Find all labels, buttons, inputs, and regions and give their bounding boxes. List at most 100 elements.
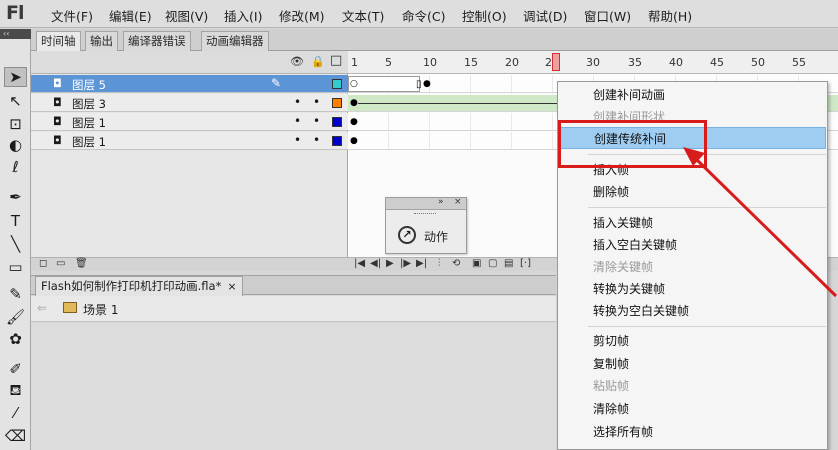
layer-row[interactable]: ◘ 图层 3 • •	[31, 94, 348, 112]
menu-item-clear-frames[interactable]: 清除帧	[559, 398, 826, 420]
lock-dot[interactable]: •	[313, 114, 320, 128]
subselection-tool-icon[interactable]: ↖	[4, 91, 27, 111]
tab-timeline[interactable]: 时间轴	[36, 31, 81, 52]
actions-panel-titlebar[interactable]: » ×	[386, 197, 466, 210]
menu-bar: Fl 文件(F) 编辑(E) 视图(V) 插入(I) 修改(M) 文本(T) 命…	[0, 0, 838, 28]
scene-label[interactable]: 场景 1	[83, 301, 118, 318]
visibility-dot[interactable]: •	[294, 95, 301, 109]
onion-skin-icon[interactable]: ▣	[472, 258, 481, 269]
actions-icon[interactable]: ↗	[398, 226, 416, 244]
pencil-tool-icon[interactable]: ✎	[4, 284, 27, 304]
lock-dot[interactable]: •	[313, 133, 320, 147]
menu-window[interactable]: 窗口(W)	[584, 6, 631, 25]
menu-item-convert-to-blank-keyframes[interactable]: 转换为空白关键帧	[559, 300, 826, 322]
tab-output[interactable]: 输出	[85, 31, 118, 51]
eraser-tool-icon[interactable]: ⌫	[4, 426, 27, 446]
menu-item-insert-blank-keyframe[interactable]: 插入空白关键帧	[559, 234, 826, 256]
keyframe[interactable]: ●	[350, 136, 358, 146]
text-tool-icon[interactable]: T	[4, 211, 27, 231]
stage-area[interactable]	[31, 323, 556, 450]
deco-tool-icon[interactable]: ✿	[4, 329, 27, 349]
edit-multiple-frames-icon[interactable]: ▤	[504, 258, 513, 269]
menu-view[interactable]: 视图(V)	[165, 6, 208, 25]
visibility-dot[interactable]: •	[294, 114, 301, 128]
line-tool-icon[interactable]: ╲	[4, 234, 27, 254]
menu-control[interactable]: 控制(O)	[462, 6, 507, 25]
menu-file[interactable]: 文件(F)	[51, 6, 93, 25]
tab-compiler-errors[interactable]: 编译器错误	[123, 31, 191, 51]
rectangle-tool-icon[interactable]: ▭	[4, 257, 27, 277]
layer-outline-color[interactable]	[332, 79, 342, 89]
playhead[interactable]	[552, 53, 560, 71]
pen-tool-icon[interactable]: ✒	[4, 187, 27, 207]
menu-item-select-all-frames[interactable]: 选择所有帧	[559, 421, 826, 443]
layer-name[interactable]: 图层 1	[72, 134, 106, 150]
visibility-dot[interactable]: •	[294, 133, 301, 147]
menu-insert[interactable]: 插入(I)	[224, 6, 262, 25]
onion-outlines-icon[interactable]: ▢	[488, 258, 497, 269]
frame-number: 15	[464, 56, 478, 69]
new-layer-icon[interactable]: ◻	[39, 258, 47, 269]
keyframe[interactable]: ●	[423, 79, 431, 89]
lasso-tool-icon[interactable]: ℓ	[4, 157, 27, 177]
step-forward-icon[interactable]: |▶	[400, 258, 411, 269]
new-folder-icon[interactable]: ▭	[56, 258, 65, 269]
frame-span[interactable]	[348, 76, 420, 92]
menu-item-create-motion-tween[interactable]: 创建补间动画	[559, 84, 826, 106]
go-to-last-frame-icon[interactable]: ▶|	[416, 258, 427, 269]
delete-layer-icon[interactable]: 🗑	[75, 258, 88, 269]
document-tab[interactable]: Flash如何制作打印机打印动画.fla* ×	[35, 276, 243, 296]
free-transform-tool-icon[interactable]: ⊡	[4, 114, 27, 134]
empty-keyframe[interactable]: ○	[350, 79, 358, 89]
menu-help[interactable]: 帮助(H)	[648, 6, 692, 25]
layer-name[interactable]: 图层 5	[72, 77, 106, 93]
paint-bucket-tool-icon[interactable]: ⛾	[4, 381, 27, 401]
tab-motion-editor[interactable]: 动画编辑器	[201, 31, 269, 51]
menu-modify[interactable]: 修改(M)	[279, 6, 325, 25]
go-to-first-frame-icon[interactable]: |◀	[354, 258, 365, 269]
layer-icon: ◘	[53, 115, 62, 128]
outline-icon[interactable]: □	[330, 53, 342, 68]
modify-markers-icon[interactable]: [·]	[520, 258, 531, 269]
eyedropper-tool-icon[interactable]: ⁄	[4, 403, 27, 423]
layer-row[interactable]: ◘ 图层 1 • •	[31, 113, 348, 131]
menu-item-convert-to-keyframes[interactable]: 转换为关键帧	[559, 278, 826, 300]
lock-icon[interactable]: 🔒	[311, 55, 325, 68]
menu-item-remove-frames[interactable]: 删除帧	[559, 181, 826, 203]
actions-panel[interactable]: » × ↗ 动作	[385, 197, 467, 254]
actions-label[interactable]: 动作	[424, 228, 448, 245]
play-icon[interactable]: ▶	[386, 258, 394, 269]
layer-name[interactable]: 图层 1	[72, 115, 106, 131]
3d-rotation-tool-icon[interactable]: ◐	[4, 135, 27, 155]
keyframe[interactable]: ●	[350, 98, 358, 108]
frame-ruler[interactable]: 1 5 10 15 20 25 30 35 40 45 50 55	[348, 51, 838, 74]
step-back-icon[interactable]: ◀|	[370, 258, 381, 269]
close-icon[interactable]: ×	[227, 280, 236, 293]
layer-outline-color[interactable]	[332, 98, 342, 108]
selection-tool-icon[interactable]: ➤	[4, 67, 27, 87]
panel-collapse-icon[interactable]: »	[438, 197, 444, 207]
lock-dot[interactable]: •	[313, 95, 320, 109]
menu-text[interactable]: 文本(T)	[342, 6, 384, 25]
menu-commands[interactable]: 命令(C)	[402, 6, 445, 25]
eye-icon[interactable]: 👁	[290, 55, 304, 68]
menu-edit[interactable]: 编辑(E)	[109, 6, 152, 25]
toolbar-collapse-button[interactable]: ‹‹	[0, 29, 31, 39]
close-icon[interactable]: ×	[454, 197, 462, 207]
loop-icon[interactable]: ⟲	[452, 258, 460, 269]
bone-tool-icon[interactable]: ✐	[4, 359, 27, 379]
layer-name[interactable]: 图层 3	[72, 96, 106, 112]
menu-item-insert-keyframe[interactable]: 插入关键帧	[559, 212, 826, 234]
menu-item-copy-frames[interactable]: 复制帧	[559, 353, 826, 375]
layer-row[interactable]: ◘ 图层 1 • •	[31, 132, 348, 150]
layer-row[interactable]: ◘ 图层 5 ✎	[31, 75, 348, 93]
keyframe[interactable]: ●	[350, 117, 358, 127]
menu-item-cut-frames[interactable]: 剪切帧	[559, 330, 826, 352]
back-arrow-icon[interactable]: ⇐	[37, 301, 47, 315]
layer-outline-color[interactable]	[332, 136, 342, 146]
panel-grip[interactable]	[414, 213, 436, 216]
brush-tool-icon[interactable]: 🖌	[4, 307, 27, 327]
menu-debug[interactable]: 调试(D)	[523, 6, 567, 25]
layer-outline-color[interactable]	[332, 117, 342, 127]
center-frame-icon[interactable]: ⫶	[438, 258, 441, 269]
